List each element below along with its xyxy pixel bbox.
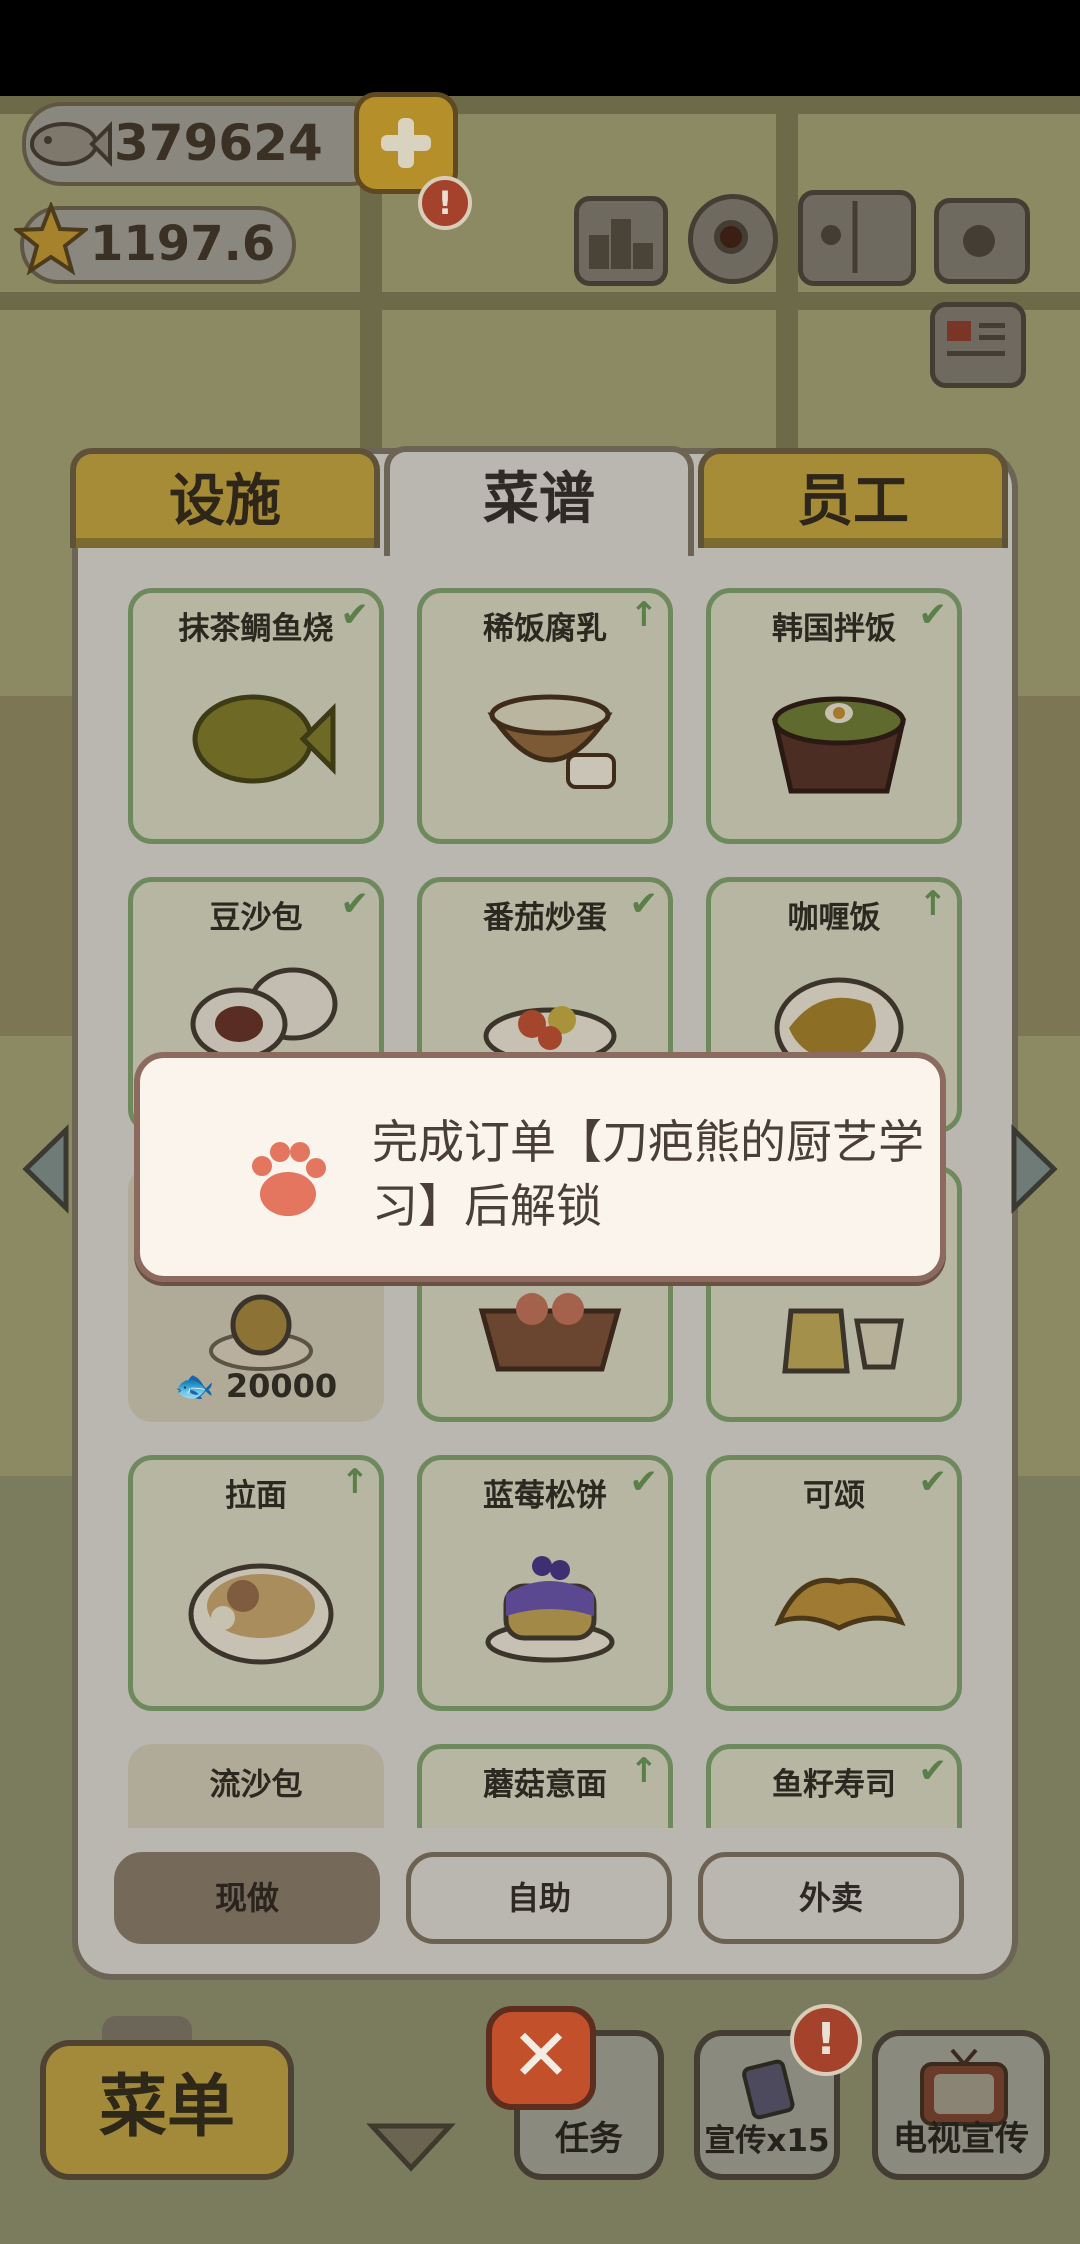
- shrimp-basket-icon: [478, 1293, 622, 1372]
- recipe-card[interactable]: 拉面 ↑: [128, 1455, 384, 1711]
- recipe-card[interactable]: 韩国拌饭 ✔: [706, 588, 962, 844]
- congee-icon: [487, 694, 616, 789]
- alert-badge: !: [418, 176, 472, 230]
- previous-arrow-icon[interactable]: [20, 1124, 70, 1214]
- close-icon: ✕: [510, 2013, 572, 2097]
- croissant-icon: [774, 1577, 906, 1631]
- checkmark-icon: ✔: [918, 1751, 948, 1791]
- recipe-card[interactable]: 鱼籽寿司 ✔: [706, 1744, 962, 1828]
- bibimbap-icon: [771, 696, 907, 794]
- camera-icon[interactable]: [934, 198, 1030, 284]
- recipe-card[interactable]: 抹茶鲷鱼烧 ✔: [128, 588, 384, 844]
- taiyaki-icon: [192, 694, 336, 784]
- paw-icon: [252, 1142, 326, 1216]
- star-counter: 1197.6: [14, 202, 296, 284]
- locked-dish-icon: [209, 1294, 313, 1371]
- recipe-card[interactable]: 蓝莓松饼 ✔: [417, 1455, 673, 1711]
- unlock-price: 🐟 20000: [133, 1367, 379, 1405]
- chevron-down-icon[interactable]: [366, 2118, 456, 2174]
- tasks-label: 任务: [555, 2119, 623, 2159]
- mode-made-to-order[interactable]: 现做: [114, 1852, 380, 1944]
- checkmark-icon: ✔: [340, 595, 370, 635]
- menu-button[interactable]: 菜单: [40, 2040, 294, 2180]
- fish-coin-icon: [30, 121, 112, 167]
- checkmark-icon: ✔: [340, 884, 370, 924]
- checkmark-icon: ✔: [629, 1462, 659, 1502]
- unlock-hint-popup: 完成订单【刀疤熊的厨艺学习】后解锁: [134, 1052, 946, 1282]
- newspaper-icon[interactable]: [930, 302, 1026, 388]
- recipe-book-icon[interactable]: [798, 190, 916, 286]
- ranking-icon[interactable]: [574, 196, 668, 286]
- upgrade-arrow-icon: ↑: [340, 1462, 370, 1502]
- upgrade-arrow-icon: ↑: [918, 884, 948, 924]
- recipe-card-locked[interactable]: 流沙包: [128, 1744, 384, 1828]
- star-value: 1197.6: [90, 216, 276, 272]
- blueberry-pancake-icon: [485, 1556, 615, 1663]
- recipe-card[interactable]: 蘑菇意面 ↑: [417, 1744, 673, 1828]
- checkmark-icon: ✔: [918, 1462, 948, 1502]
- checkmark-icon: ✔: [629, 884, 659, 924]
- tea-set-icon: [782, 1308, 904, 1374]
- fish-coin-icon: 🐟: [174, 1367, 226, 1405]
- alert-badge: !: [790, 2004, 862, 2076]
- fish-coin-counter: 379624: [22, 102, 390, 186]
- recipe-card[interactable]: 可颂 ✔: [706, 1455, 962, 1711]
- mode-self-service[interactable]: 自助: [406, 1852, 672, 1944]
- unlock-hint-text: 完成订单【刀疤熊的厨艺学习】后解锁: [372, 1115, 924, 1233]
- checkmark-icon: ✔: [918, 595, 948, 635]
- tab-facilities[interactable]: 设施: [70, 448, 380, 548]
- wooden-post: [776, 96, 798, 496]
- promo-card-icon: [742, 2059, 795, 2120]
- tv-promotion-button[interactable]: 电视宣传: [872, 2030, 1050, 2180]
- close-button[interactable]: ✕: [486, 2006, 596, 2110]
- tv-promotion-label: 电视宣传: [893, 2119, 1029, 2159]
- recipe-name: 流沙包: [209, 1767, 303, 1803]
- gear-icon[interactable]: [688, 194, 778, 284]
- upgrade-arrow-icon: ↑: [629, 595, 659, 635]
- tab-recipes[interactable]: 菜谱: [384, 446, 694, 556]
- tab-staff[interactable]: 员工: [698, 448, 1008, 548]
- ceiling-beam: [0, 292, 1080, 310]
- recipe-card[interactable]: 稀饭腐乳 ↑: [417, 588, 673, 844]
- star-icon: [14, 202, 88, 276]
- mode-takeout[interactable]: 外卖: [698, 1852, 964, 1944]
- unlock-price-value: 20000: [225, 1367, 338, 1405]
- fish-coin-value: 379624: [114, 114, 323, 172]
- upgrade-arrow-icon: ↑: [629, 1751, 659, 1791]
- ramen-icon: [188, 1563, 334, 1665]
- promotion-label: 宣传x15: [704, 2123, 830, 2159]
- next-arrow-icon[interactable]: [1010, 1124, 1060, 1214]
